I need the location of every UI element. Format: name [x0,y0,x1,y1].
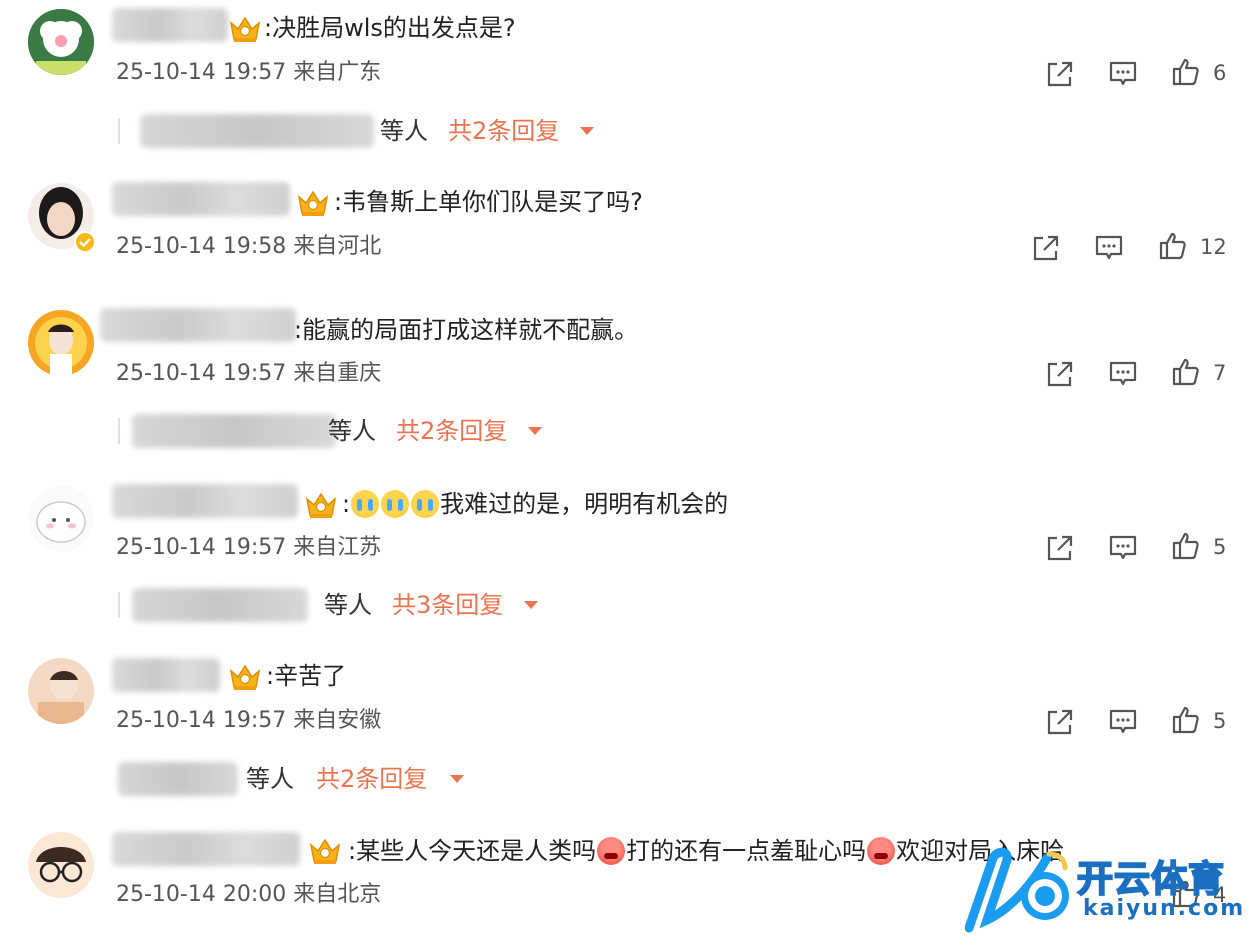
angry-emoji-icon [597,837,626,865]
comment-icon[interactable] [1107,58,1139,90]
comment-meta: 25-10-14 19:57 来自重庆 [116,359,381,389]
share-icon[interactable] [1044,358,1076,390]
reply-who: 等人 [324,591,372,619]
timestamp: 25-10-14 20:00 [116,882,287,907]
caret-down-icon[interactable] [528,427,542,435]
comment-text-body: 我难过的是，明明有机会的 [440,490,729,518]
crown-badge-icon [296,188,330,218]
crown-badge-icon [308,836,342,866]
location: 来自广东 [293,60,382,85]
reply-summary[interactable]: 等人 共3条回复 [118,586,558,626]
watermark-name: 开云体育 [1076,858,1226,901]
like-count: 6 [1213,61,1227,85]
watermark-url: kaiyun.com [1083,896,1246,921]
like-count: 7 [1213,361,1227,385]
username-obscured[interactable] [100,308,296,342]
location: 来自安徽 [293,708,382,733]
avatar[interactable] [28,658,94,724]
crying-emoji-icon [411,490,440,518]
avatar[interactable] [28,9,94,75]
timestamp: 25-10-14 19:57 [116,361,287,386]
caret-down-icon[interactable] [580,127,594,135]
location: 来自江苏 [293,535,382,560]
reply-who: 等人 [380,117,428,145]
comment-text-prefix: : [342,490,351,518]
comment-icon[interactable] [1093,232,1125,264]
like-count: 5 [1213,709,1227,733]
crown-badge-icon [304,490,338,520]
reply-divider [118,418,120,444]
location: 来自重庆 [293,361,382,386]
comment-text: : 我难过的是，明明有机会的 [342,487,728,521]
like-icon[interactable] [1170,530,1202,562]
crying-emoji-icon [381,490,410,518]
timestamp: 25-10-14 19:58 [116,234,287,259]
timestamp: 25-10-14 19:57 [116,708,287,733]
avatar[interactable] [28,486,94,552]
angry-emoji-icon [867,837,896,865]
comment-meta: 25-10-14 19:57 来自安徽 [116,706,381,736]
comment-meta: 25-10-14 19:57 来自江苏 [116,533,381,563]
location: 来自河北 [293,234,382,259]
like-icon[interactable] [1170,56,1202,88]
share-icon[interactable] [1044,706,1076,738]
timestamp: 25-10-14 19:57 [116,535,287,560]
username-obscured[interactable] [112,484,298,518]
like-count: 12 [1200,235,1227,259]
comment-icon[interactable] [1107,706,1139,738]
like-icon[interactable] [1170,356,1202,388]
reply-summary[interactable]: 等人 共2条回复 [118,760,478,800]
reply-username-obscured [132,414,336,448]
comment-meta: 25-10-14 19:58 来自河北 [116,232,381,262]
reply-who: 等人 [328,417,376,445]
like-icon[interactable] [1157,230,1189,262]
reply-count-link[interactable]: 共2条回复 [316,760,427,798]
comment-text: :辛苦了 [266,662,347,690]
reply-divider [118,118,120,144]
share-icon[interactable] [1044,532,1076,564]
avatar[interactable] [28,832,94,898]
comment-meta: 25-10-14 19:57 来自广东 [116,58,381,88]
reply-count-link[interactable]: 共2条回复 [396,412,507,450]
username-obscured[interactable] [112,832,300,866]
reply-username-obscured [118,762,238,796]
crown-badge-icon [228,662,262,692]
reply-count-link[interactable]: 共2条回复 [448,112,559,150]
share-icon[interactable] [1030,232,1062,264]
username-obscured[interactable] [112,182,290,216]
location: 来自北京 [293,882,382,907]
crown-badge-icon [228,14,262,44]
comment-text: :某些人今天还是人类吗 打的还有一点羞耻心吗 欢迎对局入床哈 [348,834,1064,868]
comment-icon[interactable] [1107,532,1139,564]
reply-summary[interactable]: 等人 共2条回复 [118,112,618,152]
reply-divider [118,592,120,618]
like-icon[interactable] [1170,704,1202,736]
comment-text-part-a: :某些人今天还是人类吗 [348,837,597,865]
reply-count-link[interactable]: 共3条回复 [392,586,503,624]
comment-text: :决胜局wls的出发点是? [264,14,516,42]
caret-down-icon[interactable] [450,775,464,783]
avatar[interactable] [28,310,94,376]
reply-who: 等人 [246,765,294,793]
watermark: 开云体育 kaiyun.com [965,840,1245,935]
comment-meta: 25-10-14 20:00 来自北京 [116,880,381,910]
like-count: 5 [1213,535,1227,559]
comment-text: :韦鲁斯上单你们队是买了吗? [334,188,643,216]
crying-emoji-icon [351,490,380,518]
share-icon[interactable] [1044,58,1076,90]
watermark-logo-icon [965,847,1069,933]
username-obscured[interactable] [112,658,220,692]
verified-badge-icon [74,231,96,253]
reply-summary[interactable]: 等人 共2条回复 [118,412,578,452]
reply-username-obscured [140,114,374,148]
username-obscured[interactable] [112,8,228,42]
timestamp: 25-10-14 19:57 [116,60,287,85]
comment-text-part-b: 打的还有一点羞耻心吗 [626,837,867,865]
caret-down-icon[interactable] [524,601,538,609]
reply-username-obscured [132,588,308,622]
comment-text: :能赢的局面打成这样就不配赢。 [294,316,639,344]
comment-icon[interactable] [1107,358,1139,390]
